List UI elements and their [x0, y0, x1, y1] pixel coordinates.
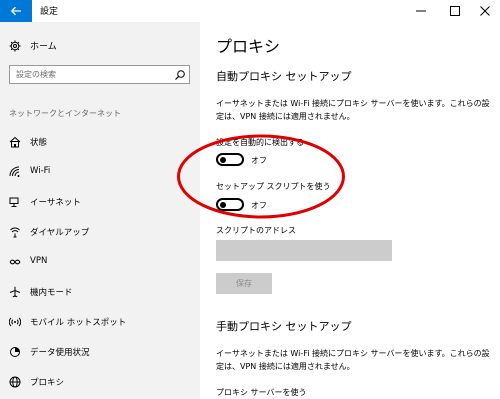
gear-icon — [9, 40, 21, 52]
sidebar-section-label: ネットワークとインターネット — [9, 109, 121, 118]
save-button[interactable]: 保存 — [216, 273, 272, 294]
minimize-icon — [416, 10, 426, 12]
title-bar: 設定 — [0, 0, 500, 22]
use-proxy-label: プロキシ サーバーを使う — [216, 388, 307, 397]
annotation-ellipse — [177, 134, 345, 219]
minimize-button[interactable] — [406, 0, 436, 22]
sidebar-item-label: 状態 — [30, 138, 48, 148]
script-address-input[interactable] — [216, 240, 392, 261]
sidebar-item-label: モバイル ホットスポット — [30, 318, 127, 328]
sidebar-item-airplane-mode[interactable]: 機内モード — [0, 280, 200, 304]
airplane-icon — [9, 286, 21, 298]
sidebar-item-label: ダイヤルアップ — [30, 228, 90, 238]
sidebar-item-label: VPN — [30, 256, 48, 266]
ethernet-icon — [9, 197, 19, 207]
sidebar: ホーム ネットワークとインターネット 状態 Wi-Fi — [0, 22, 200, 399]
close-button[interactable] — [470, 0, 500, 22]
script-address-label: スクリプトのアドレス — [216, 226, 296, 235]
home-network-icon — [9, 136, 21, 148]
sidebar-item-dialup[interactable]: ダイヤルアップ — [0, 220, 200, 244]
globe-icon — [9, 376, 21, 388]
manual-proxy-description: イーサネットまたは Wi-Fi 接続にプロキシ サーバーを使います。これらの設定… — [216, 349, 490, 371]
vpn-icon — [9, 259, 21, 265]
sidebar-item-home[interactable]: ホーム — [0, 35, 200, 57]
window-title: 設定 — [40, 7, 59, 17]
dialup-icon — [10, 227, 20, 238]
sidebar-item-label: イーサネット — [30, 198, 81, 208]
search-input[interactable] — [10, 66, 170, 83]
sidebar-item-ethernet[interactable]: イーサネット — [0, 190, 200, 214]
sidebar-item-proxy[interactable]: プロキシ — [0, 370, 200, 394]
hotspot-icon — [9, 317, 21, 327]
settings-search-box[interactable] — [9, 65, 190, 84]
close-icon — [480, 6, 490, 16]
sidebar-item-label: Wi-Fi — [30, 166, 51, 176]
maximize-button[interactable] — [440, 0, 470, 22]
wifi-icon — [9, 166, 20, 177]
sidebar-item-label: プロキシ — [30, 378, 65, 388]
auto-proxy-description: イーサネットまたは Wi-Fi 接続にプロキシ サーバーを使います。これらの設定… — [216, 99, 490, 121]
auto-proxy-heading: 自動プロキシ セットアップ — [216, 70, 352, 83]
sidebar-item-label: 機内モード — [30, 288, 73, 298]
sidebar-item-wifi[interactable]: Wi-Fi — [0, 160, 200, 184]
page-title: プロキシ — [216, 37, 281, 56]
maximize-icon — [450, 6, 460, 16]
sidebar-item-status[interactable]: 状態 — [0, 130, 200, 154]
sidebar-item-data-usage[interactable]: データ使用状況 — [0, 340, 200, 364]
sidebar-item-label: データ使用状況 — [30, 348, 90, 358]
sidebar-item-mobile-hotspot[interactable]: モバイル ホットスポット — [0, 310, 200, 334]
sidebar-item-label: ホーム — [30, 42, 57, 52]
search-icon[interactable] — [174, 69, 186, 81]
sidebar-item-vpn[interactable]: VPN — [0, 250, 200, 274]
data-usage-icon — [10, 347, 20, 357]
back-arrow-icon — [10, 6, 21, 16]
manual-proxy-heading: 手動プロキシ セットアップ — [216, 320, 352, 333]
back-button[interactable] — [0, 0, 32, 22]
